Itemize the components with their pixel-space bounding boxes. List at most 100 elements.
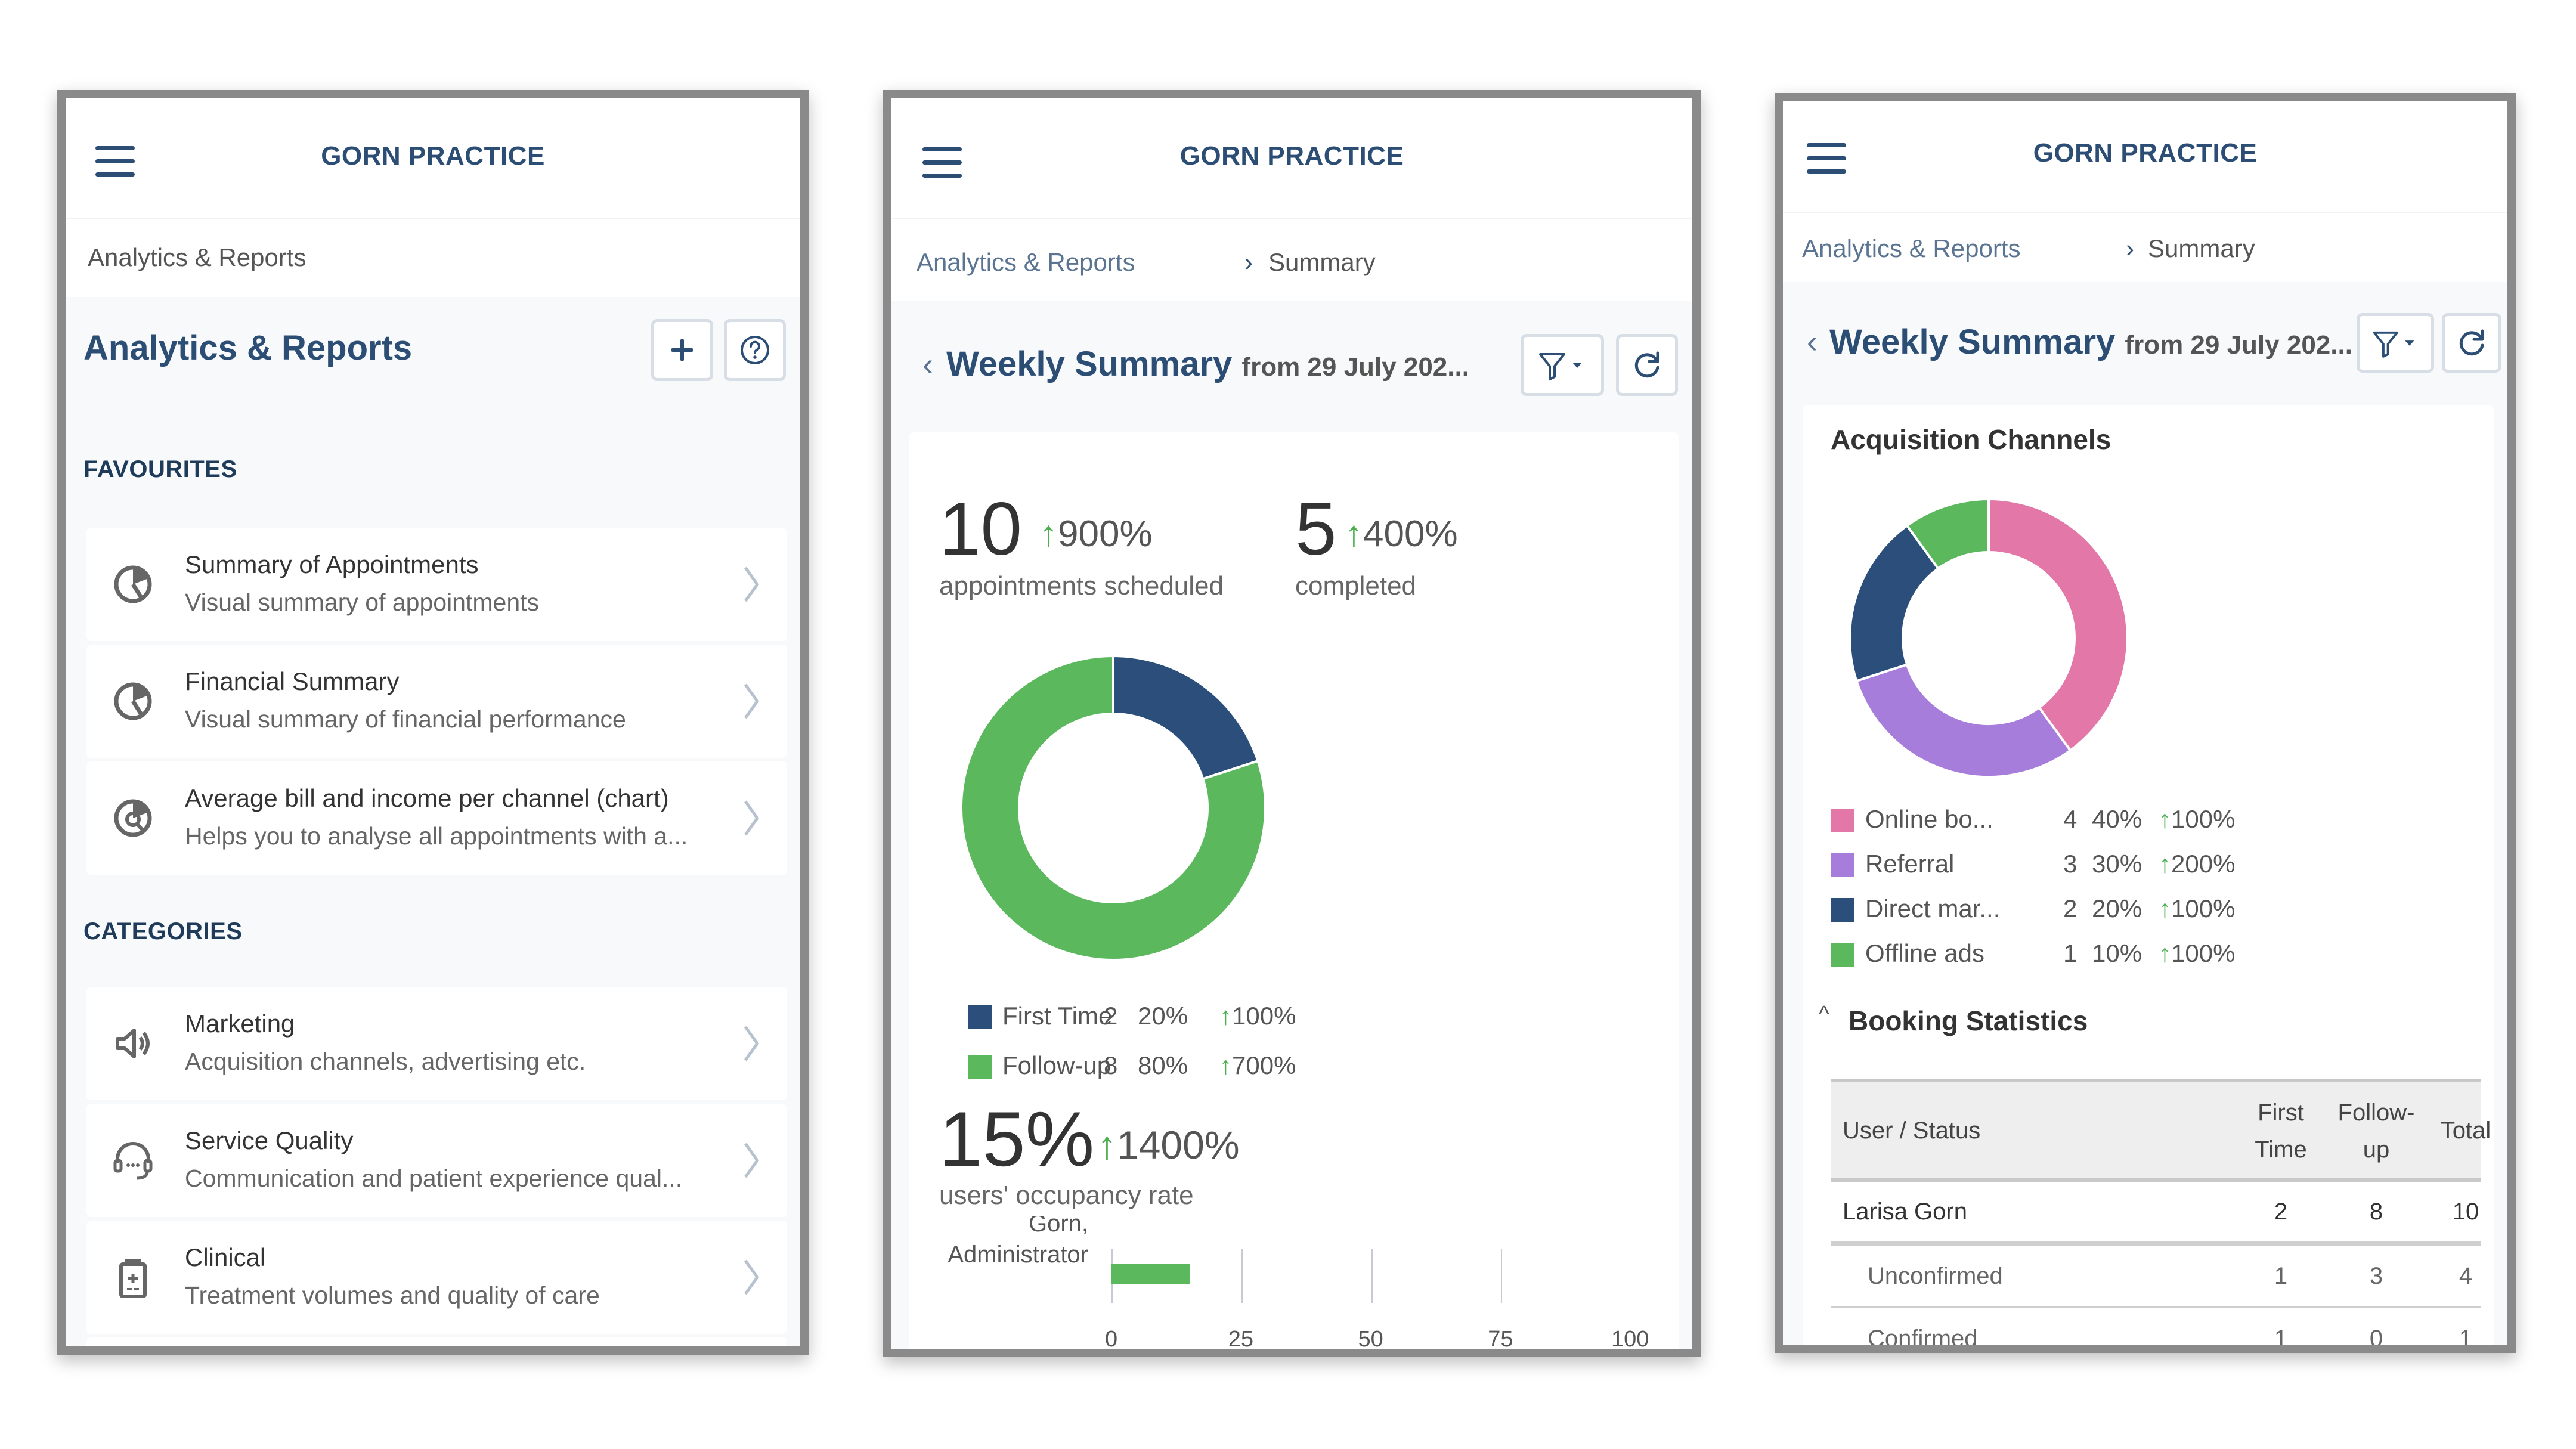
breadcrumb-current: Summary: [2148, 234, 2255, 262]
acquisition-donut: [1849, 497, 2129, 778]
table-row[interactable]: Confirmed 1 0 1: [1831, 1309, 2481, 1345]
arrow-up-icon: ↑: [2159, 850, 2171, 878]
table-row[interactable]: Unconfirmed 1 3 4: [1831, 1246, 2481, 1308]
filter-icon: [1539, 353, 1582, 380]
legend-label: Direct mar...: [1865, 894, 2001, 922]
breadcrumb-current: Summary: [1268, 248, 1376, 276]
legend-percent: 40%: [2092, 805, 2142, 833]
chevron-right-icon: [744, 566, 760, 602]
item-subtitle: Helps you to analyse all appointments wi…: [185, 822, 688, 850]
legend-percent: 20%: [2092, 894, 2142, 922]
chevron-right-icon: [744, 1143, 760, 1178]
item-title: Summary of Appointments: [185, 550, 479, 578]
legend-count: 1: [2063, 939, 2077, 967]
donut-slice-first-time[interactable]: [1112, 654, 1260, 781]
clipboard-medical-icon: [119, 1259, 147, 1298]
item-subtitle: Visual summary of financial performance: [185, 705, 626, 733]
refresh-button[interactable]: [2442, 313, 2501, 373]
cell-value: 8: [2369, 1199, 2383, 1225]
column-header[interactable]: User / Status: [1843, 1112, 1980, 1149]
add-button[interactable]: [651, 319, 713, 381]
occupancy-label: users' occupancy rate: [939, 1181, 1194, 1210]
legend-change: ↑100%: [2159, 805, 2236, 833]
categories-heading: CATEGORIES: [83, 918, 243, 945]
donut-slice-referral[interactable]: [1854, 662, 2072, 778]
breadcrumb-link[interactable]: Analytics & Reports: [1802, 234, 2020, 263]
category-item[interactable]: Clinical Treatment volumes and quality o…: [86, 1221, 787, 1334]
chevron-right-icon: [744, 1026, 760, 1061]
category-item[interactable]: [86, 1337, 787, 1346]
breadcrumb-separator: ›: [2126, 234, 2134, 262]
table-header: User / Status First Time Follow-up Total: [1831, 1079, 2491, 1182]
item-subtitle: Visual summary of appointments: [185, 589, 540, 616]
occupancy-bar[interactable]: [1111, 1264, 1190, 1284]
refresh-button[interactable]: [1616, 334, 1678, 396]
completed-label: completed: [1295, 571, 1417, 600]
legend-percent: 20%: [1138, 1002, 1188, 1030]
appointments-value: 10: [939, 488, 1023, 571]
legend-change: ↑700%: [1219, 1051, 1296, 1079]
back-button[interactable]: ‹: [922, 346, 933, 383]
axis-tick-label: 50: [1358, 1327, 1383, 1349]
breadcrumb-separator: ›: [1244, 248, 1253, 276]
legend-swatch: [1831, 943, 1854, 967]
filter-dropdown-button[interactable]: [1521, 334, 1604, 396]
arrow-up-icon: ↑: [1219, 1002, 1232, 1030]
collapse-icon[interactable]: ^: [1819, 1002, 1829, 1027]
favourite-item[interactable]: Summary of Appointments Visual summary o…: [86, 528, 787, 641]
cell-value: 0: [2369, 1326, 2383, 1345]
occupancy-value: 15%: [939, 1095, 1095, 1182]
column-header[interactable]: First Time: [2233, 1094, 2329, 1168]
legend-count: 4: [2063, 805, 2077, 833]
help-button[interactable]: [724, 319, 786, 381]
category-item[interactable]: Marketing Acquisition channels, advertis…: [86, 987, 787, 1100]
row-label: Confirmed: [1868, 1326, 1978, 1345]
item-title: Service Quality: [185, 1126, 354, 1154]
brand-title: GORN PRACTICE: [321, 141, 545, 171]
donut-slice-online-bo-[interactable]: [1987, 497, 2129, 753]
app-header: GORN PRACTICE: [1783, 101, 2507, 213]
item-subtitle: Treatment volumes and quality of care: [185, 1281, 600, 1309]
item-title: Clinical: [185, 1243, 266, 1271]
booking-statistics-title[interactable]: Booking Statistics: [1849, 1005, 2088, 1037]
category-item[interactable]: Service Quality Communication and patien…: [86, 1104, 787, 1217]
appointment-types-donut: [960, 654, 1267, 961]
legend-swatch: [1831, 809, 1854, 832]
legend-count: 2: [1104, 1002, 1118, 1030]
date-range: from 29 July 202...: [1241, 352, 1469, 382]
brand-title: GORN PRACTICE: [2033, 138, 2258, 168]
legend-change: ↑100%: [2159, 894, 2236, 922]
cell-value: 1: [2459, 1326, 2473, 1345]
page-title: Weekly Summary from 29 July 202...: [1829, 322, 2352, 362]
arrow-up-icon: ↑: [1097, 1123, 1117, 1167]
item-subtitle: Acquisition channels, advertising etc.: [185, 1048, 586, 1075]
table-row[interactable]: Larisa Gorn 2 8 10: [1831, 1182, 2481, 1246]
legend-label: Online bo...: [1865, 805, 1993, 833]
axis-tick-label: 100: [1611, 1327, 1649, 1349]
column-header[interactable]: Total: [2418, 1112, 2507, 1149]
legend-swatch: [968, 1055, 992, 1079]
arrow-up-icon: ↑: [2159, 805, 2171, 833]
back-button[interactable]: ‹: [1807, 323, 1818, 360]
axis-tick-label: 75: [1488, 1327, 1513, 1349]
favourite-item[interactable]: Financial Summary Visual summary of fina…: [86, 645, 787, 758]
chart-search-icon: [114, 799, 152, 837]
plus-icon: [671, 339, 693, 361]
item-subtitle: Communication and patient experience qua…: [185, 1165, 683, 1192]
legend-label: First Time: [1002, 1002, 1113, 1030]
favourite-item[interactable]: Average bill and income per channel (cha…: [86, 761, 787, 875]
report-title: Weekly Summary: [1829, 323, 2116, 361]
breadcrumb-link[interactable]: Analytics & Reports: [917, 248, 1135, 277]
app-header: GORN PRACTICE: [66, 98, 800, 219]
arrow-up-icon: ↑: [1345, 513, 1363, 555]
filter-dropdown-button[interactable]: [2357, 313, 2434, 373]
gridline: [1501, 1249, 1503, 1303]
bar-category-label: Gorn, Administrator: [948, 1216, 1088, 1268]
column-header[interactable]: Follow-up: [2329, 1094, 2424, 1168]
chevron-right-icon: [744, 800, 760, 836]
refresh-icon: [2459, 329, 2484, 356]
completed-value: 5: [1295, 488, 1337, 571]
legend-change: ↑100%: [1219, 1002, 1296, 1030]
breadcrumb: Analytics & Reports › Summary: [1783, 213, 2507, 282]
filter-icon: [2373, 331, 2414, 358]
